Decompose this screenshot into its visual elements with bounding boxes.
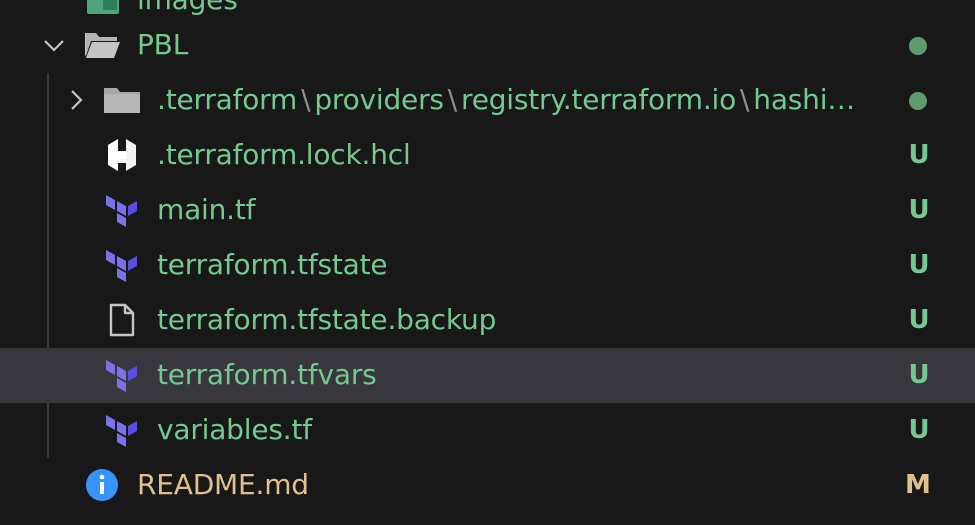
file-label: terraform.tfstate.backup: [157, 303, 497, 336]
path-separator: \: [740, 83, 750, 116]
untracked-badge: U: [908, 250, 930, 280]
folder-label: PBL: [137, 28, 189, 61]
image-folder-icon: [84, 0, 122, 19]
untracked-badge: U: [908, 140, 930, 170]
untracked-badge: U: [908, 415, 930, 445]
tree-item-file-selected[interactable]: terraform.tfvars U: [0, 348, 975, 403]
chevron-right-icon[interactable]: [64, 88, 88, 112]
path-separator: \: [301, 83, 311, 116]
hashicorp-icon: [103, 136, 141, 174]
terraform-icon: [103, 191, 141, 229]
file-label: terraform.tfstate: [157, 248, 388, 281]
folder-open-icon: [83, 26, 121, 64]
chevron-down-icon[interactable]: [42, 33, 66, 57]
tree-item-file[interactable]: terraform.tfstate U: [0, 238, 975, 293]
file-icon: [103, 301, 141, 339]
file-label: README.md: [137, 468, 309, 501]
untracked-badge: U: [908, 360, 930, 390]
file-label: main.tf: [157, 193, 256, 226]
tree-item-label: images: [137, 0, 238, 19]
compressed-folder-label: .terraform \ providers \ registry.terraform.…: [157, 81, 855, 119]
file-label: variables.tf: [157, 413, 312, 446]
tree-item-file[interactable]: main.tf U: [0, 183, 975, 238]
modified-dot: [909, 92, 927, 110]
path-segment[interactable]: hashi…: [753, 83, 855, 116]
info-icon: [83, 466, 121, 504]
untracked-badge: U: [908, 305, 930, 335]
folder-icon: [103, 81, 141, 119]
file-label: terraform.tfvars: [157, 358, 377, 391]
tree-item-pbl[interactable]: PBL: [0, 18, 975, 73]
path-segment[interactable]: registry.terraform.io: [461, 83, 736, 116]
terraform-icon: [103, 246, 141, 284]
tree-item-file[interactable]: variables.tf U: [0, 403, 975, 458]
tree-item-terraform-dir[interactable]: .terraform \ providers \ registry.terraform.…: [0, 73, 975, 128]
path-segment[interactable]: providers: [314, 83, 444, 116]
untracked-badge: U: [908, 195, 930, 225]
terraform-icon: [103, 356, 141, 394]
tree-item-file[interactable]: .terraform.lock.hcl U: [0, 128, 975, 183]
path-segment[interactable]: .terraform: [157, 83, 297, 116]
file-label: .terraform.lock.hcl: [157, 138, 411, 171]
modified-dot: [909, 37, 927, 55]
tree-item-readme[interactable]: README.md M: [0, 458, 975, 513]
modified-badge: M: [905, 470, 931, 500]
file-explorer: images PBL: [0, 0, 975, 525]
path-separator: \: [447, 83, 458, 116]
tree-item-file[interactable]: terraform.tfstate.backup U: [0, 293, 975, 348]
terraform-icon: [103, 411, 141, 449]
